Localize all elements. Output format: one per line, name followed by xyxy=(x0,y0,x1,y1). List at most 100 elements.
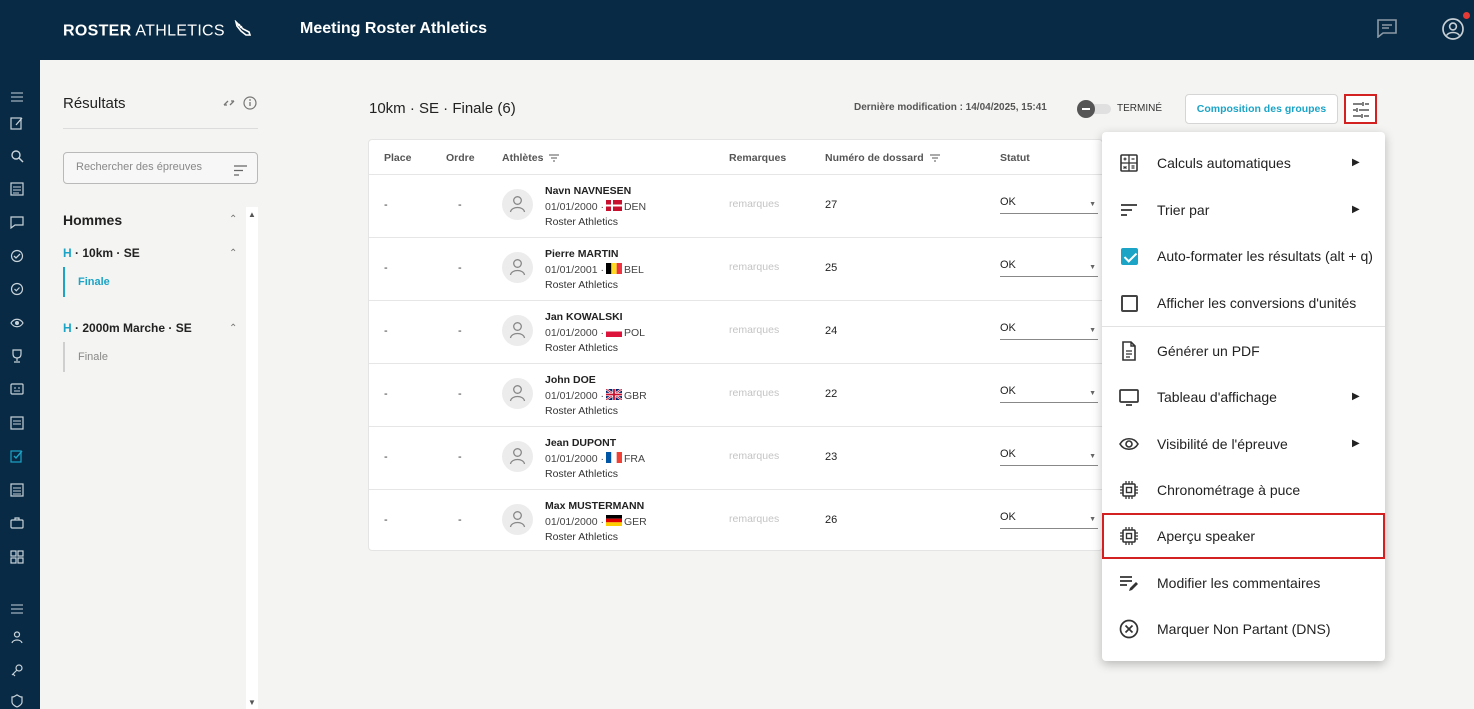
last-modified: Dernière modification : 14/04/2025, 15:4… xyxy=(854,102,1047,113)
search-icon[interactable] xyxy=(10,149,24,163)
info-icon[interactable] xyxy=(243,96,257,115)
account-circle-icon[interactable] xyxy=(1441,17,1465,46)
message-icon[interactable] xyxy=(10,215,24,229)
table-row[interactable]: - - Pierre MARTIN 01/01/2001 · BEL Roster… xyxy=(369,237,1102,300)
status-select[interactable]: OK ▼ xyxy=(1000,259,1098,277)
report-icon[interactable] xyxy=(10,483,24,497)
group-composition-button[interactable]: Composition des groupes xyxy=(1185,94,1338,124)
chevron-up-icon[interactable]: ⌃ xyxy=(229,214,237,225)
finished-toggle[interactable] xyxy=(1077,100,1113,118)
menu-secondary-icon[interactable] xyxy=(10,602,24,616)
col-athletes[interactable]: Athlètes xyxy=(502,152,560,164)
menu-item-auto-format[interactable]: Auto-formater les résultats (alt + q) xyxy=(1102,233,1385,279)
remark-field[interactable]: remarques xyxy=(729,324,779,336)
remark-field[interactable]: remarques xyxy=(729,261,779,273)
menu-item-generate-pdf[interactable]: Générer un PDF xyxy=(1102,328,1385,374)
events-scrollbar[interactable] xyxy=(246,207,258,709)
phase-finale-10km[interactable]: Finale xyxy=(63,267,243,297)
chevron-up-icon[interactable]: ⌃ xyxy=(229,323,237,334)
col-bib[interactable]: Numéro de dossard xyxy=(825,152,940,164)
col-ordre[interactable]: Ordre xyxy=(446,152,475,164)
event-10km-se[interactable]: H · 10km · SE xyxy=(63,246,140,260)
check-circle-icon[interactable] xyxy=(10,249,24,263)
menu-item-chip-timing[interactable]: Chronométrage à puce xyxy=(1102,467,1385,513)
remark-field[interactable]: remarques xyxy=(729,450,779,462)
sort-icon[interactable] xyxy=(929,154,940,162)
auto-format-checkbox[interactable] xyxy=(1121,248,1138,265)
table-row[interactable]: - - Jean DUPONT 01/01/2000 · FRA Roster A… xyxy=(369,426,1102,489)
briefcase-icon[interactable] xyxy=(10,516,24,530)
scroll-down-arrow-icon[interactable]: ▼ xyxy=(248,698,256,707)
results-panel-title: Résultats xyxy=(63,95,126,112)
person-icon xyxy=(509,385,526,402)
submenu-arrow-icon: ▶ xyxy=(1352,391,1360,402)
submenu-arrow-icon: ▶ xyxy=(1352,438,1360,449)
menu-item-auto-calculations[interactable]: Calculs automatiques ▶ xyxy=(1102,140,1385,186)
athlete-country: BEL xyxy=(623,264,644,276)
athlete-name[interactable]: Navn NAVNESEN xyxy=(545,185,631,197)
place-cell: - xyxy=(384,451,388,463)
list-icon[interactable] xyxy=(10,182,24,196)
athlete-name[interactable]: Jean DUPONT xyxy=(545,437,616,449)
col-place[interactable]: Place xyxy=(384,152,411,164)
checklist-active-icon[interactable] xyxy=(10,449,24,463)
menu-item-sort-by[interactable]: Trier par ▶ xyxy=(1102,187,1385,233)
scroll-up-arrow-icon[interactable]: ▲ xyxy=(248,210,256,219)
person-icon xyxy=(509,511,526,528)
shield-icon[interactable] xyxy=(10,694,24,708)
chat-icon[interactable] xyxy=(1376,18,1398,43)
document-icon[interactable] xyxy=(10,416,24,430)
logo[interactable]: ROSTER ATHLETICS xyxy=(63,19,252,43)
menu-item-mark-dns[interactable]: Marquer Non Partant (DNS) xyxy=(1102,606,1385,652)
table-row[interactable]: - - Navn NAVNESEN 01/01/2000 · DEN Roster… xyxy=(369,174,1102,237)
sort-icon[interactable] xyxy=(549,154,560,162)
menu-icon[interactable] xyxy=(10,90,24,104)
group-hommes-header[interactable]: Hommes xyxy=(63,212,122,228)
athlete-name[interactable]: Max MUSTERMANN xyxy=(545,500,644,512)
scoreboard-icon[interactable] xyxy=(10,382,24,396)
table-row[interactable]: - - Jan KOWALSKI 01/01/2000 · POL Roster … xyxy=(369,300,1102,363)
menu-item-event-visibility[interactable]: Visibilité de l'épreuve ▶ xyxy=(1102,421,1385,467)
filter-lines-icon[interactable] xyxy=(234,163,247,181)
status-select[interactable]: OK ▼ xyxy=(1000,511,1098,529)
bib-number: 22 xyxy=(825,388,838,400)
status-select[interactable]: OK ▼ xyxy=(1000,322,1098,340)
status-select[interactable]: OK ▼ xyxy=(1000,448,1098,466)
chevron-up-icon[interactable]: ⌃ xyxy=(229,248,237,259)
col-statut[interactable]: Statut xyxy=(1000,152,1030,164)
menu-item-edit-comments[interactable]: Modifier les commentaires xyxy=(1102,560,1385,606)
remark-field[interactable]: remarques xyxy=(729,513,779,525)
person-icon[interactable] xyxy=(10,630,24,644)
edit-icon[interactable] xyxy=(10,116,24,130)
eye-icon[interactable] xyxy=(10,316,24,330)
table-row[interactable]: - - John DOE 01/01/2000 · GBR Roster Athl… xyxy=(369,363,1102,426)
bib-number: 23 xyxy=(825,451,838,463)
athlete-name[interactable]: Pierre MARTIN xyxy=(545,248,619,260)
status-select[interactable]: OK ▼ xyxy=(1000,196,1098,214)
swap-arrows-icon[interactable] xyxy=(222,96,236,114)
event-search-input[interactable] xyxy=(76,161,226,173)
settings-button[interactable] xyxy=(1344,94,1377,124)
phase-finale-2000m[interactable]: Finale xyxy=(63,342,243,372)
trophy-icon[interactable] xyxy=(10,349,24,363)
event-search-box[interactable] xyxy=(63,152,258,184)
edit-notes-icon xyxy=(1120,576,1138,591)
athlete-name[interactable]: John DOE xyxy=(545,374,596,386)
menu-item-scoreboard[interactable]: Tableau d'affichage ▶ xyxy=(1102,374,1385,420)
check-circle-outline-icon[interactable] xyxy=(10,282,24,296)
menu-item-unit-conversions[interactable]: Afficher les conversions d'unités xyxy=(1102,280,1385,326)
grid-icon[interactable] xyxy=(10,550,24,564)
menu-item-speaker-preview[interactable]: Aperçu speaker xyxy=(1102,513,1385,559)
remark-field[interactable]: remarques xyxy=(729,198,779,210)
remark-field[interactable]: remarques xyxy=(729,387,779,399)
dropdown-caret-icon: ▼ xyxy=(1089,201,1096,208)
athlete-dob: 01/01/2000 · xyxy=(545,390,604,402)
table-row[interactable]: - - Max MUSTERMANN 01/01/2000 · GER Roste… xyxy=(369,489,1102,550)
key-user-icon[interactable] xyxy=(10,663,24,677)
athlete-name[interactable]: Jan KOWALSKI xyxy=(545,311,623,323)
unit-conversions-checkbox[interactable] xyxy=(1121,295,1138,312)
status-select[interactable]: OK ▼ xyxy=(1000,385,1098,403)
event-2000m-marche-se[interactable]: H · 2000m Marche · SE xyxy=(63,321,192,335)
meeting-title[interactable]: Meeting Roster Athletics xyxy=(300,20,487,38)
col-remarques[interactable]: Remarques xyxy=(729,152,786,164)
